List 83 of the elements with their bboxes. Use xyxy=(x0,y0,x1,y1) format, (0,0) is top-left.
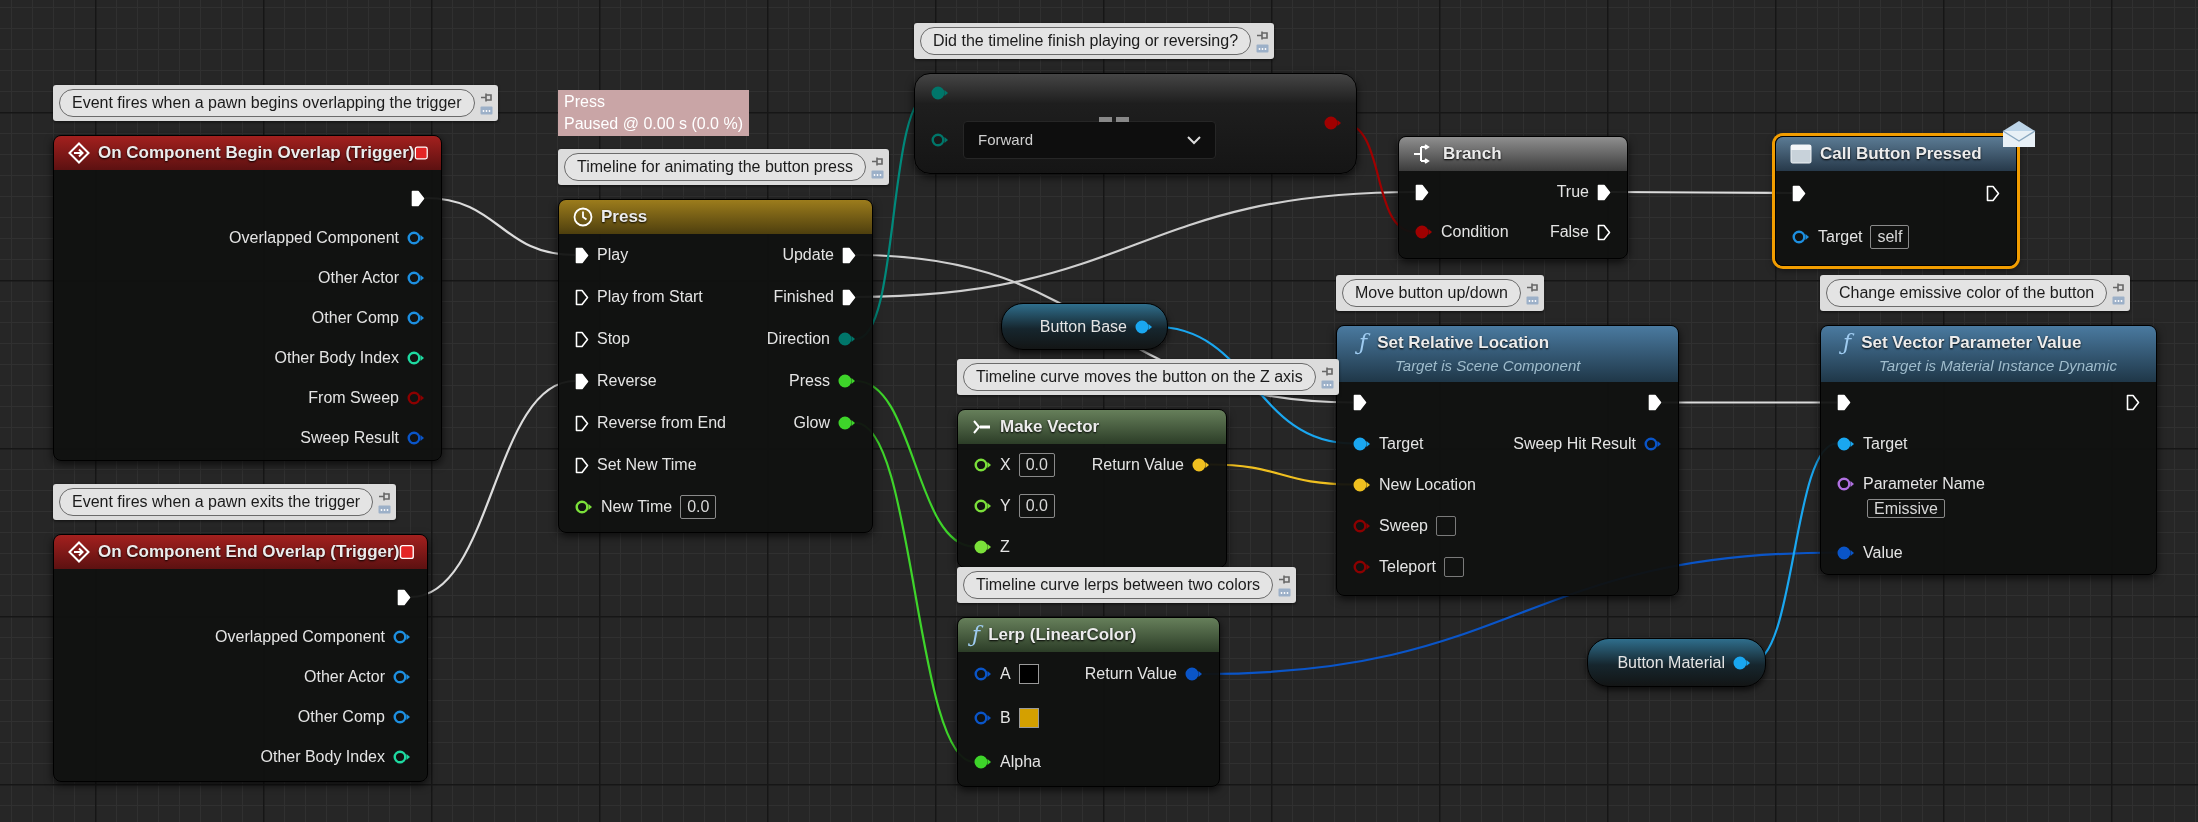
pin-label: Play from Start xyxy=(597,287,703,307)
pin-label: Alpha xyxy=(1000,752,1041,772)
value-field[interactable]: 0.0 xyxy=(1018,452,1055,477)
variable-node[interactable]: Button Material xyxy=(1587,638,1766,687)
node-title: On Component End Overlap (Trigger) xyxy=(98,541,400,563)
pin-label: Press xyxy=(789,371,830,391)
direction-dropdown[interactable]: Forward xyxy=(963,121,1216,159)
pin-label: False xyxy=(1549,222,1589,242)
pin-label: From Sweep xyxy=(308,388,399,408)
pin-label: Other Comp xyxy=(311,308,399,328)
node-subtitle: Target is Scene Component xyxy=(1394,356,1582,376)
pin-label: Update xyxy=(782,245,834,265)
graph-node[interactable]: ƒ Set Relative Location Target is Scene Component Target New Location Sweep Teleport Sweep Hit Result xyxy=(1336,325,1679,596)
pin-label: Sweep xyxy=(1379,515,1428,536)
pin-label: Parameter Name xyxy=(1863,474,1985,494)
graph-node[interactable]: On Component Begin Overlap (Trigger) Overlapped Component Other Actor Other Comp Other Body Index From Sweep Sweep Result xyxy=(53,135,442,461)
pin-label: Sweep Result xyxy=(300,428,399,448)
value-field[interactable]: 0.0 xyxy=(680,495,717,519)
pin-label: A xyxy=(1000,664,1011,684)
value-field[interactable]: 0.0 xyxy=(1018,493,1055,518)
pin-label: Teleport xyxy=(1379,556,1436,577)
pin-label: Glow xyxy=(793,413,830,433)
pin-label: Y xyxy=(1000,495,1011,516)
node-comment: Event fires when a pawn begins overlapping the trigger xyxy=(59,89,475,117)
pin-label: Sweep Hit Result xyxy=(1513,433,1636,454)
pin-label: Direction xyxy=(766,329,830,349)
pin-label: Reverse from End xyxy=(597,413,726,433)
node-comment: Timeline curve lerps between two colors xyxy=(963,571,1273,599)
node-title: Make Vector xyxy=(1000,416,1100,438)
pin-label: Overlapped Component xyxy=(229,228,399,248)
status-text: Paused @ 0.00 s (0.0 %) xyxy=(564,114,743,134)
node-title: Set Vector Parameter Value xyxy=(1861,332,2082,354)
node-title: Call Button Pressed xyxy=(1820,143,1982,165)
node-title: Press xyxy=(601,206,648,228)
pin-label: Other Body Index xyxy=(260,747,385,767)
node-title: Lerp (LinearColor) xyxy=(988,624,1137,646)
graph-node[interactable]: Branch Condition True False xyxy=(1398,136,1628,259)
pin-label: Overlapped Component xyxy=(215,627,385,647)
pin-label: X xyxy=(1000,454,1011,475)
pin-label: Target xyxy=(1863,433,1908,454)
pin-label: New Location xyxy=(1379,474,1476,495)
value-field[interactable]: self xyxy=(1870,225,1910,249)
graph-node[interactable]: Press Play Play from Start Stop Reverse Reverse from End Set New Time New Time 0.0 Update Finished Direction Press Glow xyxy=(558,199,873,533)
pin-label: True xyxy=(1556,182,1589,202)
graph-node[interactable]: On Component End Overlap (Trigger) Overlapped Component Other Actor Other Comp Other Body Index xyxy=(53,534,428,782)
graph-node[interactable]: Make Vector X 0.0 Y 0.0 Z Return Value xyxy=(957,409,1227,568)
pin-label: B xyxy=(1000,708,1011,728)
pin-label: Play xyxy=(597,245,629,265)
pin-label: Return Value xyxy=(1084,664,1177,684)
pin-label: Value xyxy=(1863,542,1903,563)
pin-label: Target xyxy=(1818,227,1863,247)
node-title: Set Relative Location xyxy=(1377,332,1550,354)
pin-label: Condition xyxy=(1441,222,1509,242)
pin-label: Other Actor xyxy=(318,268,399,288)
pin-label: Other Body Index xyxy=(274,348,399,368)
node-comment: Timeline for animating the button press xyxy=(564,153,866,181)
variable-node[interactable]: Button Base xyxy=(1001,303,1168,350)
pin-label: Other Comp xyxy=(297,707,385,727)
node-comment: Event fires when a pawn exits the trigger xyxy=(59,488,374,516)
pin-label: Z xyxy=(1000,536,1010,557)
pin-label: Target xyxy=(1379,433,1424,454)
node-subtitle: Target is Material Instance Dynamic xyxy=(1878,356,2118,376)
node-comment: Did the timeline finish playing or reversing? xyxy=(920,27,1252,55)
graph-node[interactable]: ƒ Lerp (LinearColor) A B Alpha Return Value xyxy=(957,617,1220,787)
pin-label: Finished xyxy=(773,287,834,307)
node-comment: Move button up/down xyxy=(1342,279,1521,307)
status-text: Press xyxy=(564,92,606,112)
pin-label: Other Actor xyxy=(304,667,385,687)
pin-label: New Time xyxy=(601,497,673,517)
node-title: Branch xyxy=(1443,143,1502,165)
value-field[interactable]: Emissive xyxy=(1867,499,1945,518)
graph-node[interactable]: ƒ Set Vector Parameter Value Target is Material Instance Dynamic Target Parameter Name Emissive Value xyxy=(1820,325,2157,575)
graph-node[interactable]: Forward xyxy=(914,73,1357,174)
graph-node[interactable]: Call Button Pressed Target self xyxy=(1775,136,2017,266)
node-title: On Component Begin Overlap (Trigger) xyxy=(98,142,415,164)
pin-label: Return Value xyxy=(1091,454,1184,475)
pin-label: Button Base xyxy=(1039,316,1127,337)
pin-label: Set New Time xyxy=(597,455,697,475)
pin-label: Reverse xyxy=(597,371,657,391)
pin-label: Stop xyxy=(597,329,630,349)
pin-label: Button Material xyxy=(1617,652,1725,673)
node-comment: Change emissive color of the button xyxy=(1826,279,2108,307)
node-comment: Timeline curve moves the button on the Z axis xyxy=(963,363,1316,391)
